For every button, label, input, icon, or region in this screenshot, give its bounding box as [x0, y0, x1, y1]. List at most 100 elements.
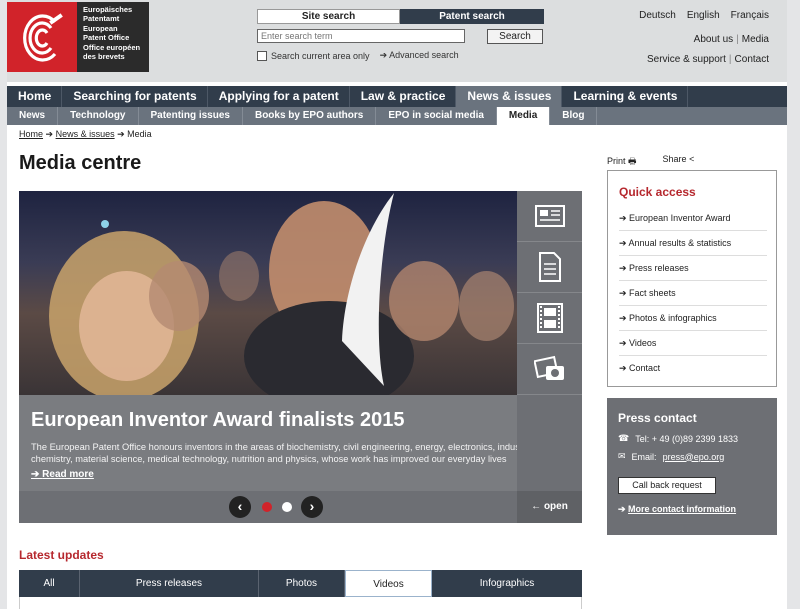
- quick-access-item[interactable]: ➔ Videos: [619, 331, 767, 356]
- nav-item-news[interactable]: News & issues: [456, 86, 563, 107]
- chevron-left-icon: ‹: [237, 498, 243, 514]
- tab-press-releases[interactable]: Press releases: [80, 570, 259, 597]
- advanced-search-link[interactable]: ➔ Advanced search: [380, 50, 459, 61]
- quick-access-item[interactable]: ➔ Fact sheets: [619, 281, 767, 306]
- envelope-icon: ✉: [618, 451, 626, 461]
- arrow-right-icon: ➔: [117, 129, 128, 139]
- hero-title: European Inventor Award finalists 2015: [31, 409, 405, 431]
- subnav-item-books[interactable]: Books by EPO authors: [243, 107, 377, 125]
- nav-item-law[interactable]: Law & practice: [350, 86, 457, 107]
- news-icon[interactable]: [517, 191, 582, 242]
- tab-all[interactable]: All: [19, 570, 80, 597]
- carousel-next-button[interactable]: ›: [301, 496, 323, 518]
- subnav-item-blog[interactable]: Blog: [550, 107, 598, 125]
- hero-photo[interactable]: [19, 191, 517, 395]
- film-icon[interactable]: [517, 293, 582, 344]
- quick-access-item[interactable]: ➔ Contact: [619, 356, 767, 381]
- quick-access-label: Press releases: [629, 263, 689, 273]
- trophy-sail-icon: [342, 193, 394, 386]
- quick-access-label: European Inventor Award: [629, 213, 731, 223]
- top-links: About us | Media Service & support | Contact: [647, 30, 769, 70]
- share-icon: <: [689, 154, 695, 164]
- carousel-dot-active[interactable]: [262, 502, 272, 512]
- lang-english[interactable]: English: [687, 10, 720, 21]
- chevron-right-icon: ›: [309, 498, 315, 514]
- lang-francais[interactable]: Français: [731, 10, 769, 21]
- share-link[interactable]: Share <: [663, 154, 695, 170]
- subnav-item-technology[interactable]: Technology: [58, 107, 139, 125]
- arrow-right-icon: ➔: [618, 504, 629, 514]
- nav-item-applying[interactable]: Applying for a patent: [208, 86, 350, 107]
- tab-photos[interactable]: Photos: [259, 570, 345, 597]
- subnav-item-media[interactable]: Media: [496, 107, 551, 125]
- media-type-icons: [517, 191, 582, 491]
- current-area-checkbox[interactable]: [257, 50, 267, 61]
- document-icon[interactable]: [517, 242, 582, 293]
- nav-item-searching[interactable]: Searching for patents: [62, 86, 208, 107]
- carousel-prev-button[interactable]: ‹: [229, 496, 251, 518]
- tab-infographics[interactable]: Infographics: [432, 570, 582, 597]
- photo-shape: [459, 271, 514, 341]
- read-more-link[interactable]: ➔ Read more: [31, 469, 94, 480]
- subnav-item-patenting[interactable]: Patenting issues: [139, 107, 243, 125]
- open-label: open: [543, 501, 568, 512]
- open-button[interactable]: ← open: [517, 491, 582, 523]
- page: Europäisches Patentamt European Patent Off…: [7, 0, 787, 609]
- call-back-request-button[interactable]: Call back request: [618, 477, 716, 494]
- arrow-left-icon: ←: [531, 501, 544, 512]
- more-contact-link[interactable]: ➔ More contact information: [618, 504, 736, 515]
- quick-access-item[interactable]: ➔ Press releases: [619, 256, 767, 281]
- more-contact-label: More contact information: [628, 504, 737, 514]
- hero-carousel: European Inventor Award finalists 2015 T…: [19, 191, 582, 523]
- contact-link[interactable]: Contact: [735, 54, 769, 65]
- phone-number: Tel: + 49 (0)89 2399 1833: [635, 433, 739, 444]
- photo-camera-icon[interactable]: [517, 344, 582, 395]
- quick-access-label: Contact: [629, 363, 661, 373]
- quick-access-box: Quick access ➔ European Inventor Award ➔…: [607, 170, 777, 387]
- lang-deutsch[interactable]: Deutsch: [639, 10, 676, 21]
- press-contact-email: ✉ Email: press@epo.org: [618, 451, 724, 462]
- epo-logo-icon: [23, 13, 63, 62]
- nav-item-learning[interactable]: Learning & events: [562, 86, 689, 107]
- search-button[interactable]: Search: [487, 29, 543, 44]
- logo-text: Europäisches Patentamt European Patent Off…: [83, 5, 140, 64]
- email-link[interactable]: press@epo.org: [663, 452, 725, 462]
- email-label: Email:: [631, 451, 657, 462]
- quick-access-list: ➔ European Inventor Award ➔ Annual resul…: [619, 206, 767, 381]
- breadcrumb-home[interactable]: Home: [19, 129, 43, 139]
- current-area-label: Search current area only: [271, 50, 370, 61]
- epo-logo[interactable]: Europäisches Patentamt European Patent Off…: [7, 2, 149, 72]
- share-label: Share: [662, 154, 687, 164]
- search-input[interactable]: [257, 29, 465, 43]
- press-contact-phone: ☎ Tel: + 49 (0)89 2399 1833: [618, 433, 738, 444]
- page-tools: Print 🖶 Share <: [607, 154, 694, 170]
- arrow-right-icon: ➔: [619, 363, 630, 373]
- quick-access-title: Quick access: [619, 185, 696, 199]
- breadcrumb-news[interactable]: News & issues: [56, 129, 115, 139]
- print-link[interactable]: Print 🖶: [607, 154, 637, 170]
- quick-access-item[interactable]: ➔ Photos & infographics: [619, 306, 767, 331]
- printer-icon: 🖶: [628, 156, 637, 166]
- phone-icon: ☎: [618, 433, 630, 443]
- tab-videos[interactable]: Videos: [345, 570, 432, 597]
- search-options: Search current area only ➔ Advanced sear…: [257, 50, 547, 61]
- tab-patent-search[interactable]: Patent search: [400, 9, 544, 24]
- carousel-controls: ‹ › ← open: [19, 491, 582, 523]
- arrow-right-icon: ➔: [619, 313, 630, 323]
- tab-site-search[interactable]: Site search: [257, 9, 400, 24]
- carousel-dot[interactable]: [282, 502, 292, 512]
- subnav-item-news[interactable]: News: [7, 107, 59, 125]
- hero-description: The European Patent Office honours inven…: [31, 442, 535, 464]
- arrow-right-icon: ➔: [619, 238, 629, 248]
- service-support-link[interactable]: Service & support: [647, 54, 726, 65]
- photo-shape: [219, 251, 259, 301]
- quick-access-item[interactable]: ➔ Annual results & statistics: [619, 231, 767, 256]
- logo-line: des brevets: [83, 51, 125, 61]
- nav-item-home[interactable]: Home: [7, 86, 63, 107]
- media-link[interactable]: Media: [742, 34, 769, 45]
- press-contact-title: Press contact: [618, 411, 697, 425]
- press-contact-box: Press contact ☎ Tel: + 49 (0)89 2399 183…: [607, 398, 777, 535]
- about-us-link[interactable]: About us: [694, 34, 733, 45]
- quick-access-item[interactable]: ➔ European Inventor Award: [619, 206, 767, 231]
- subnav-item-social[interactable]: EPO in social media: [376, 107, 497, 125]
